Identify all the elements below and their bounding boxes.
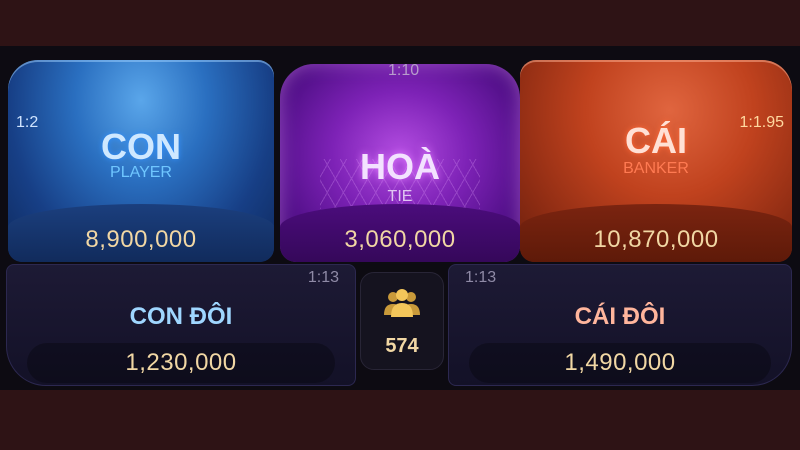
banker-subtitle: BANKER	[623, 160, 689, 177]
player-title: CON	[101, 126, 181, 167]
player-pair-bet-amount: 1,230,000	[125, 349, 237, 376]
player-bet-amount: 8,900,000	[85, 226, 197, 253]
banker-pair-payout-ratio: 1:13	[465, 269, 497, 286]
banker-pair-title: CÁI ĐÔI	[574, 303, 666, 330]
banker-pair-bet-amount: 1,490,000	[564, 349, 676, 376]
bet-area-player-pair[interactable]: 1:13 CON ĐÔI 1,230,000	[6, 264, 356, 386]
player-pair-title: CON ĐÔI	[129, 303, 233, 330]
bet-area-player[interactable]: 1:2 CON PLAYER 8,900,000	[8, 60, 274, 262]
players-online-count: 574	[385, 335, 419, 357]
banker-title: CÁI	[625, 120, 687, 161]
bet-area-banker-pair[interactable]: 1:13 CÁI ĐÔI 1,490,000	[448, 264, 792, 386]
bet-area-tie[interactable]: 1:10 HOÀ TIE 3,060,000	[280, 64, 520, 262]
players-online-badge: 574	[360, 272, 444, 370]
bet-area-banker[interactable]: 1:1.95 CÁI BANKER 10,870,000	[520, 60, 792, 262]
player-subtitle: PLAYER	[110, 164, 172, 181]
tie-title: HOÀ	[360, 146, 440, 187]
player-pair-payout-ratio: 1:13	[307, 269, 339, 286]
tie-subtitle: TIE	[387, 188, 413, 205]
tie-payout-ratio: 1:10	[388, 64, 420, 79]
tie-bet-amount: 3,060,000	[344, 226, 456, 253]
banker-bet-amount: 10,870,000	[593, 226, 719, 253]
group-users-icon	[384, 289, 420, 317]
